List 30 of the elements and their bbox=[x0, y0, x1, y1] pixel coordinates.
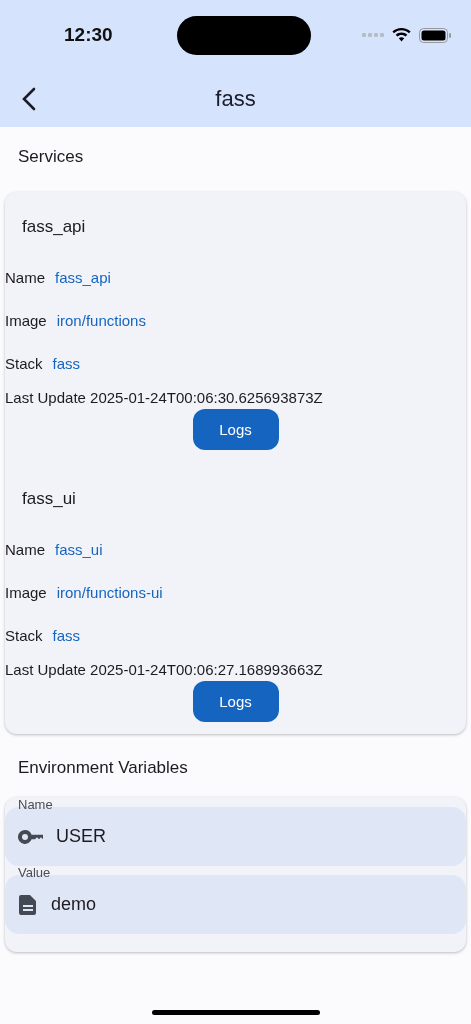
last-update-text: Last Update 2025-01-24T00:06:30.625693873Z bbox=[5, 387, 324, 408]
field-label: Name bbox=[5, 269, 45, 286]
field-link[interactable]: fass bbox=[52, 627, 81, 644]
service-title: fass_api bbox=[21, 216, 87, 238]
logs-button[interactable]: Logs bbox=[192, 409, 279, 450]
field-link[interactable]: fass bbox=[52, 355, 81, 372]
field-value: USER bbox=[56, 826, 106, 847]
status-time: 12:30 bbox=[64, 24, 113, 46]
page-title: fass bbox=[215, 85, 256, 112]
field-label: Stack bbox=[5, 627, 43, 644]
section-heading: Environment Variables bbox=[17, 757, 189, 778]
field-link[interactable]: fass_ui bbox=[55, 541, 103, 558]
signal-icon bbox=[362, 33, 384, 37]
field-label: Image bbox=[5, 584, 47, 601]
field-link[interactable]: iron/functions bbox=[56, 312, 146, 329]
battery-icon bbox=[419, 27, 451, 43]
field-label: Name bbox=[5, 541, 45, 558]
last-update-text: Last Update 2025-01-24T00:06:27.168993663Z bbox=[5, 659, 324, 680]
wifi-icon bbox=[392, 28, 411, 42]
back-icon bbox=[22, 86, 36, 111]
field-link[interactable]: iron/functions-ui bbox=[56, 584, 163, 601]
key-icon bbox=[18, 829, 43, 844]
document-icon bbox=[18, 894, 38, 915]
field-link[interactable]: fass_api bbox=[55, 269, 111, 286]
section-heading: Services bbox=[17, 146, 85, 168]
field-label: Image bbox=[5, 312, 47, 329]
field-label: Stack bbox=[5, 355, 43, 372]
logs-button[interactable]: Logs bbox=[192, 681, 279, 722]
service-title: fass_ui bbox=[21, 488, 77, 510]
field-value: demo bbox=[51, 894, 97, 915]
